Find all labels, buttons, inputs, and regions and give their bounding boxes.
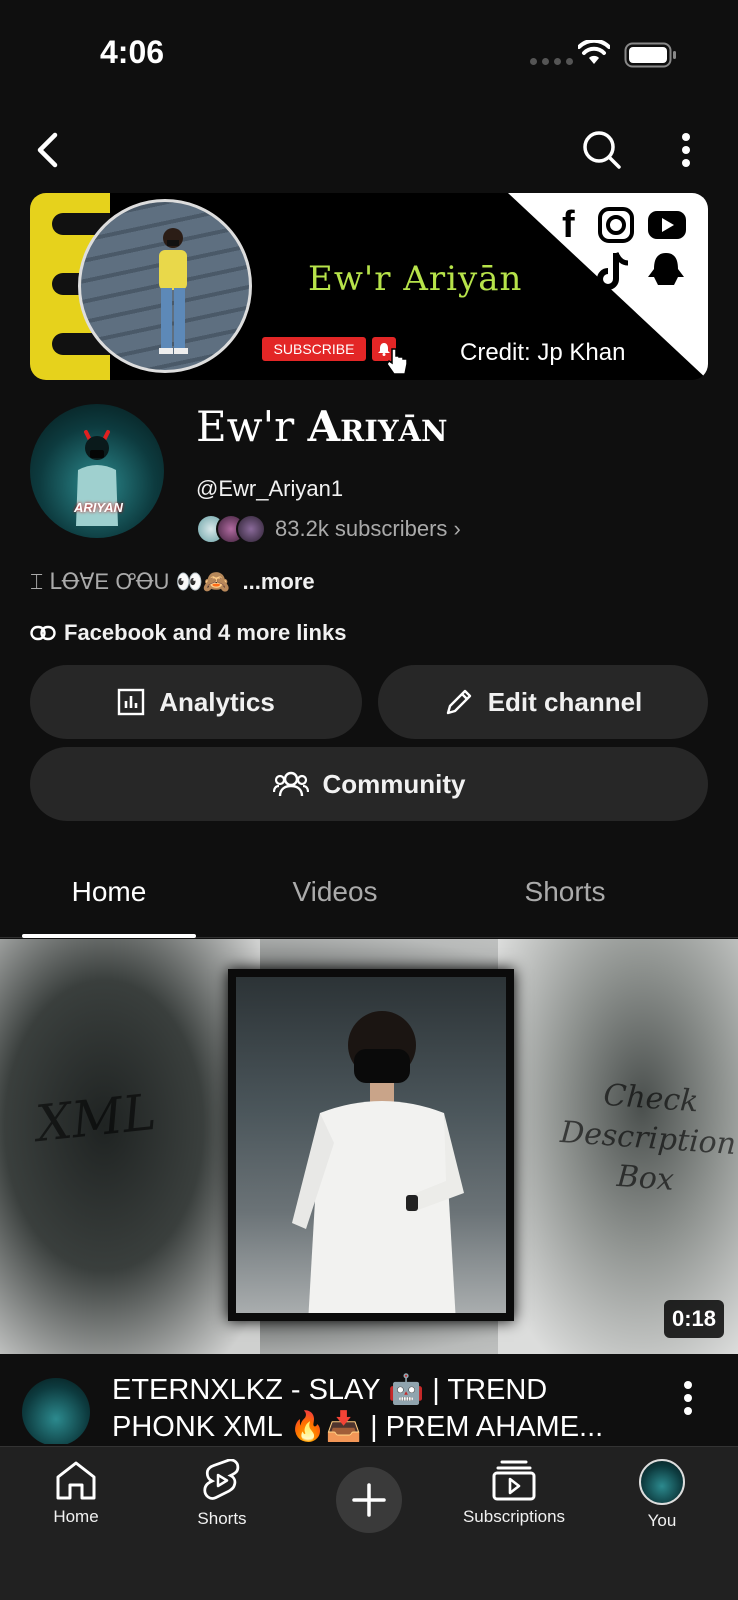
nav-subscriptions[interactable]: Subscriptions bbox=[452, 1459, 576, 1539]
create-button[interactable] bbox=[336, 1467, 402, 1533]
channel-description[interactable]: ⌶ ⅬꝊⱯE ꝌꝊU 👀🙈 ...more bbox=[30, 566, 315, 596]
search-button[interactable] bbox=[578, 126, 626, 174]
edit-channel-button[interactable]: Edit channel bbox=[378, 665, 708, 739]
banner-subscribe-graphic: SUBSCRIBE bbox=[262, 337, 366, 361]
tab-videos[interactable]: Videos bbox=[246, 876, 424, 938]
nav-shorts[interactable]: Shorts bbox=[162, 1459, 282, 1539]
status-bar: 4:06 bbox=[0, 0, 738, 110]
tab-home[interactable]: Home bbox=[22, 876, 196, 938]
featured-video-thumbnail[interactable]: XML Check Description Box 0:18 bbox=[0, 939, 738, 1354]
community-label: Community bbox=[322, 768, 466, 799]
more-vertical-icon bbox=[684, 1381, 692, 1415]
video-menu-button[interactable] bbox=[670, 1374, 706, 1422]
back-arrow-icon bbox=[37, 132, 58, 168]
signal-icon bbox=[530, 58, 573, 65]
search-icon bbox=[583, 131, 621, 169]
nav-subscriptions-label: Subscriptions bbox=[462, 1507, 566, 1526]
nav-home-label: Home bbox=[53, 1507, 99, 1526]
subscriber-avatars[interactable] bbox=[196, 514, 268, 544]
svg-text:f: f bbox=[562, 204, 575, 246]
video-duration: 0:18 bbox=[663, 1300, 724, 1338]
home-icon bbox=[56, 1461, 96, 1500]
create-icon bbox=[352, 1483, 386, 1517]
edit-channel-label: Edit channel bbox=[487, 686, 643, 717]
avatar-tag: ARIYAN bbox=[74, 500, 123, 515]
shorts-icon bbox=[203, 1459, 240, 1500]
status-time: 4:06 bbox=[100, 34, 165, 70]
more-options-button[interactable] bbox=[662, 126, 710, 174]
analytics-icon bbox=[117, 688, 145, 716]
tab-shorts[interactable]: Shorts bbox=[476, 876, 654, 938]
thumbnail-photo-frame bbox=[228, 969, 514, 1321]
links-label: Facebook and 4 more links bbox=[64, 620, 347, 645]
bottom-nav: Home Shorts Subscriptions You bbox=[0, 1446, 738, 1600]
community-icon bbox=[272, 771, 309, 797]
top-nav bbox=[0, 120, 738, 180]
nav-home[interactable]: Home bbox=[16, 1459, 136, 1539]
banner-title: Ew'r Ariyān bbox=[308, 259, 523, 299]
nav-shorts-label: Shorts bbox=[197, 1509, 247, 1528]
channel-name: Ew'r Ariyān bbox=[196, 402, 448, 451]
wifi-icon bbox=[578, 40, 610, 64]
banner-credit: Credit: Jp Khan bbox=[460, 339, 626, 366]
thumbnail-text-check: Check Description Box bbox=[559, 1077, 738, 1198]
subscriber-count[interactable]: 83.2k subscribers › bbox=[275, 516, 461, 542]
channel-banner: f Ew'r Ariyān SUBSCRIBE Credit: Jp Khan bbox=[30, 193, 708, 380]
tab-indicator bbox=[22, 934, 196, 938]
featured-video-info: ETERNXLKZ - SLAY 🤖 | TREND PHONK XML 🔥📥 … bbox=[0, 1372, 738, 1444]
description-more[interactable]: ...more bbox=[243, 569, 315, 594]
nav-you[interactable]: You bbox=[602, 1459, 722, 1539]
video-title[interactable]: ETERNXLKZ - SLAY 🤖 | TREND PHONK XML 🔥📥 … bbox=[112, 1372, 642, 1444]
battery-icon bbox=[624, 42, 676, 68]
community-button[interactable]: Community bbox=[30, 747, 708, 821]
channel-links[interactable]: Facebook and 4 more links bbox=[30, 620, 346, 646]
banner-photo bbox=[78, 199, 252, 373]
channel-tabs: Home Videos Shorts bbox=[0, 860, 738, 938]
video-channel-avatar[interactable] bbox=[22, 1378, 90, 1444]
back-button[interactable] bbox=[24, 126, 72, 174]
subscriptions-icon bbox=[492, 1460, 536, 1501]
banner-social-icons: f bbox=[562, 204, 686, 290]
channel-avatar[interactable]: ARIYAN bbox=[30, 404, 164, 538]
more-vertical-icon bbox=[682, 133, 690, 167]
analytics-label: Analytics bbox=[159, 686, 275, 717]
pencil-icon bbox=[446, 689, 471, 715]
you-avatar bbox=[639, 1459, 685, 1505]
nav-you-label: You bbox=[647, 1511, 677, 1530]
channel-handle: @Ewr_Ariyan1 bbox=[196, 476, 344, 501]
hand-cursor-icon bbox=[386, 348, 408, 375]
analytics-button[interactable]: Analytics bbox=[30, 665, 362, 739]
link-icon bbox=[30, 625, 56, 641]
